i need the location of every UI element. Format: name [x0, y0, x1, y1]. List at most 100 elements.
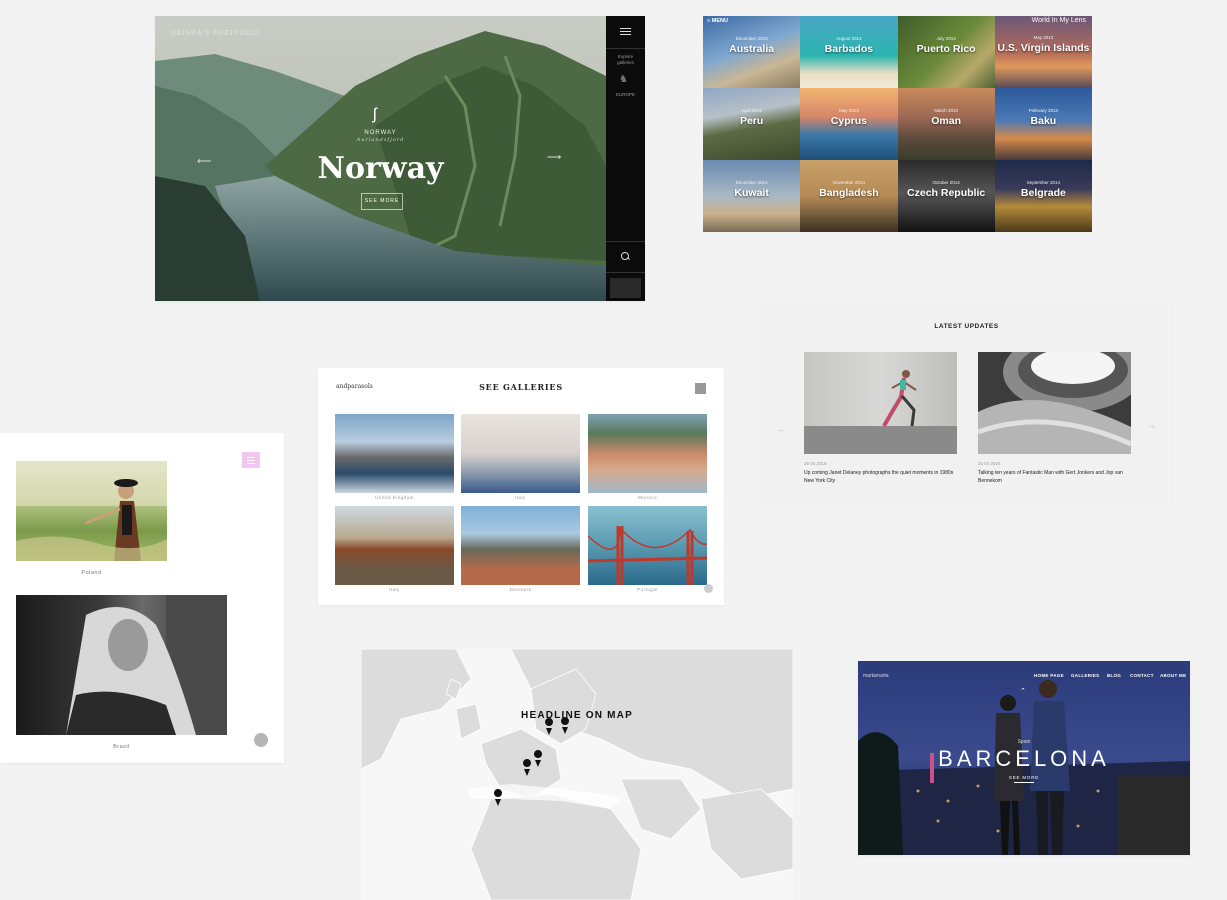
headline-map-preview: HEADLINE ON MAP: [361, 649, 793, 900]
gallery-thumb-united-kingdom[interactable]: [335, 414, 454, 493]
tile-label: Peru: [739, 115, 764, 127]
rail-region-label[interactable]: EUROPE: [609, 92, 642, 98]
tile-date: July 2013: [936, 36, 956, 41]
gallery-caption: Italy: [515, 495, 526, 500]
tile-australia[interactable]: December 2013 Australia: [703, 16, 801, 88]
tile-barbados[interactable]: August 2013 Barbados: [800, 16, 898, 88]
destinations-grid-preview: December 2013 Australia August 2013 Barb…: [703, 16, 1092, 232]
tile-date: December 2014: [735, 180, 768, 185]
grid-menu-button[interactable]: ≡ MENU: [707, 18, 728, 24]
side-rail: Explore galleries ♞ EUROPE: [606, 16, 645, 301]
nav-about-me[interactable]: ABOUT ME: [1160, 673, 1186, 678]
tile-belgrade[interactable]: September 2014 Belgrade: [994, 160, 1092, 232]
tile-cyprus[interactable]: May 2013 Cyprus: [800, 88, 898, 160]
feather-icon: ʃ: [373, 106, 377, 123]
gallery-thumb-portugal[interactable]: [588, 506, 707, 585]
tile-label: Czech Republic: [907, 187, 986, 199]
tile-date: May 2013: [838, 108, 859, 113]
prev-arrow-icon[interactable]: ←: [777, 424, 786, 434]
gallery-thumb-monaco[interactable]: [588, 414, 707, 493]
see-galleries-preview: andparasols SEE GALLERIES United Kingdom…: [318, 368, 724, 605]
tile-date: May 2013: [1033, 35, 1054, 40]
tile-us-virgin-islands[interactable]: May 2013 U.S. Virgin Islands: [994, 16, 1092, 88]
post-image-runner[interactable]: [804, 352, 957, 454]
scroll-top-icon[interactable]: [704, 584, 713, 593]
portrait-image-brazil[interactable]: [16, 595, 227, 735]
latest-updates-preview: LATEST UPDATES ← → 26 04 2015 Up coming …: [759, 302, 1174, 510]
post-title[interactable]: Talking ten years of Fantastic Man with …: [978, 470, 1138, 485]
tile-date: March 2013: [934, 108, 958, 113]
see-more-underline: [1014, 782, 1034, 783]
post-title[interactable]: Up coming Janet Delaney photographs the …: [804, 470, 964, 485]
tile-label: Barbados: [824, 43, 874, 55]
architecture-image: [978, 352, 1131, 454]
nav-blog[interactable]: BLOG: [1107, 673, 1121, 678]
tile-baku[interactable]: February 2013 Baku: [994, 88, 1092, 160]
latest-updates-heading: LATEST UPDATES: [934, 323, 999, 330]
post-date: 26 04 2015: [804, 461, 827, 466]
tile-date: August 2013: [836, 36, 862, 41]
deer-icon: ♞: [619, 74, 628, 85]
galleries-heading: SEE GALLERIES: [479, 382, 563, 392]
tile-date: September 2014: [1026, 180, 1061, 185]
post-image-spiral[interactable]: [978, 352, 1131, 454]
hamburger-menu-icon[interactable]: [620, 28, 631, 35]
portrait-caption: Poland: [81, 570, 102, 576]
nav-home-page[interactable]: HOME PAGE: [1034, 673, 1064, 678]
gallery-thumb-denmark[interactable]: [461, 506, 580, 585]
gallery-caption: Monaco: [637, 495, 657, 500]
see-more-button[interactable]: SEE MORE: [858, 775, 1190, 780]
hamburger-menu-icon[interactable]: [695, 383, 706, 394]
tile-label: U.S. Virgin Islands: [997, 42, 1090, 54]
runner-figure-icon: [882, 370, 917, 427]
map-pin-icon: [494, 789, 503, 806]
country-sublabel: Aurlandsfjord: [356, 137, 405, 143]
norway-hero-preview: GRISHA'S PORTFOLIO ⟵ ⟶ ʃ NORWAY Aurlands…: [155, 16, 645, 301]
tile-label: Cyprus: [830, 115, 867, 127]
tile-bangladesh[interactable]: November 2014 Bangladesh: [800, 160, 898, 232]
country-label: NORWAY: [364, 130, 397, 136]
site-brand[interactable]: GRISHA'S PORTFOLIO: [171, 30, 260, 37]
barcelona-hero-preview: martamarta HOME PAGE GALLERIES BLOG CONT…: [858, 661, 1190, 855]
tile-date: April 2013: [741, 108, 762, 113]
gallery-caption: Denmark: [509, 587, 532, 592]
grid-site-title[interactable]: World In My Lens: [1032, 17, 1086, 24]
gallery-thumb-italy[interactable]: [461, 414, 580, 493]
map-pin-icon: [523, 759, 532, 776]
hero-title: Norway: [317, 151, 444, 186]
hamburger-menu-icon[interactable]: [242, 452, 260, 468]
tile-label: Bangladesh: [819, 187, 879, 199]
next-arrow-icon[interactable]: →: [1147, 420, 1156, 430]
woman-in-field-image: [16, 461, 167, 561]
portraits-preview: Poland Brazil: [0, 433, 284, 763]
menu-label: MENU: [711, 18, 728, 24]
rail-galleries-text[interactable]: galleries: [609, 60, 642, 66]
tile-label: Belgrade: [1020, 187, 1066, 199]
see-more-button[interactable]: SEE MORE: [361, 193, 403, 210]
mini-map-thumbnail[interactable]: [610, 278, 641, 298]
tile-oman[interactable]: March 2013 Oman: [897, 88, 995, 160]
woman-portrait-bw-image: [66, 595, 227, 735]
chevron-up-icon[interactable]: ⌃: [1020, 687, 1026, 695]
tile-label: Kuwait: [734, 187, 769, 199]
nav-galleries[interactable]: GALLERIES: [1071, 673, 1099, 678]
gallery-caption: Portugal: [637, 587, 658, 592]
search-icon-handle: [627, 257, 630, 260]
tile-puerto-rico[interactable]: July 2013 Puerto Rico: [897, 16, 995, 88]
tile-date: December 2013: [735, 36, 768, 41]
tile-label: Puerto Rico: [916, 43, 976, 55]
tile-peru[interactable]: April 2013 Peru: [703, 88, 801, 160]
gallery-caption: United Kingdom: [374, 495, 415, 500]
scroll-top-icon[interactable]: [254, 733, 268, 747]
portrait-caption: Brazil: [113, 744, 130, 750]
tile-kuwait[interactable]: December 2014 Kuwait: [703, 160, 801, 232]
nav-contact[interactable]: CONTACT: [1130, 673, 1154, 678]
gallery-caption: Italy: [389, 587, 400, 592]
map-pin-icon: [545, 718, 554, 735]
gallery-thumb-italy-2[interactable]: [335, 506, 454, 585]
site-brand[interactable]: martamarta: [863, 673, 889, 679]
hero-title: BARCELONA: [938, 746, 1110, 771]
portrait-image-poland[interactable]: [16, 461, 167, 561]
tile-czech-republic[interactable]: October 2014 Czech Republic: [897, 160, 995, 232]
tile-date: February 2013: [1028, 108, 1059, 113]
